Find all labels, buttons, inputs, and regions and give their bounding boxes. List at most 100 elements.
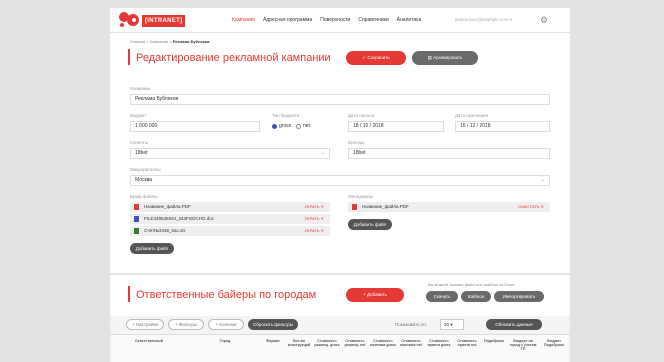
pdf-file-icon [134,204,139,210]
brief-files-label: Бриф файлы [130,194,158,199]
add-brief-file-button[interactable]: Добавить файл [130,243,174,254]
manager-file-item: Название_файла.PDF ОЧИСТИТЬ ✕ [348,202,550,212]
regions-label: Макрорегионы [130,167,161,172]
logo-brand-text: [INTRANET] [142,15,186,27]
radio-net-icon [296,123,301,129]
main-nav: Кампании Адресная программа Поверхности … [232,17,421,23]
budget-label: Бюджет [130,113,147,118]
archive-button-label: Архивировать [433,55,463,60]
clear-file-label: ОЧИСТИТЬ [517,204,540,209]
logo-mark-icon [119,12,139,27]
column-header[interactable]: Формат [262,339,284,343]
radio-gross-label: gross [279,123,292,129]
per-page-label: Показывать по: [395,322,428,327]
filters-button[interactable]: + Фильтры [168,319,204,330]
user-email: ivanov.ivan@example.com [455,17,509,22]
top-navigation: [INTRANET] Кампании Адресная программа П… [110,8,570,32]
breadcrumb-campaigns[interactable]: Кампании [150,39,168,44]
campaign-edit-card: Главная > Кампании > Реклама Бублеков Ре… [110,33,570,273]
app-frame: [INTRANET] Кампании Адресная программа П… [0,0,664,362]
remove-file-label: УБРАТЬ [304,204,320,209]
column-header[interactable]: Стоимость размещ. net [342,339,368,347]
regions-select[interactable]: Москва ⌄ [130,175,550,186]
import-button[interactable]: Импортировать [494,291,544,302]
per-page-select[interactable]: 20 ▾ [440,319,464,330]
template-button[interactable]: Шаблон [461,291,491,302]
brief-file-name: FILE348535934_343FGDCHG.doc [144,216,215,221]
archive-button[interactable]: ▤ Архивировать [412,51,478,65]
user-menu[interactable]: ivanov.ivan@example.com ▾ [455,17,512,23]
download-button[interactable]: Скачать [426,291,458,302]
clients-select[interactable]: 18bet ⌄ [130,148,330,159]
brands-select[interactable]: 18bet [348,148,550,159]
regions-select-value: Москва [135,177,153,183]
clients-select-value: 18bet [135,150,148,156]
remove-file-button[interactable]: УБРАТЬ ✕ [305,214,324,224]
column-header[interactable]: Подобрано [482,339,506,343]
table-header: Ответственный Город Формат Кол-во констр… [110,334,570,362]
column-header[interactable]: Стоимость принта grass [426,339,452,347]
column-header[interactable]: Бюджет на город с учетом ТП [508,339,538,351]
chevron-down-icon: ⌄ [540,177,545,183]
reset-filters-button[interactable]: Сбросить фильтры [248,319,298,330]
nav-item-address-program[interactable]: Адресная программа [263,17,312,23]
brief-file-item: FILE348535934_343FGDCHG.doc УБРАТЬ ✕ [130,214,330,224]
budget-type-label: Тип бюджета [272,113,300,118]
breadcrumb-home[interactable]: Главная [130,39,145,44]
nav-item-campaigns[interactable]: Кампании [232,17,255,23]
budget-input[interactable]: 1 000 000 [130,121,260,132]
column-header[interactable]: Бюджет Подобрано [540,339,568,347]
start-date-label: Дата начала [348,113,375,118]
settings-gear-icon[interactable]: ⚙ [540,15,550,25]
xls-file-icon [134,228,139,234]
name-label: Название [130,86,151,91]
remove-file-label: УБРАТЬ [304,228,320,233]
per-page-value: 20 [444,322,450,327]
buyers-table: + Настройки + Фильтры + Колонки Сбросить… [110,316,570,362]
add-buyer-label: Добавить [367,292,387,297]
columns-button[interactable]: + Колонки [208,319,244,330]
column-header[interactable]: Стоимость размещ. grass [314,339,340,347]
start-date-input[interactable]: 18 / 10 / 2018 [348,121,444,132]
clear-file-button[interactable]: ОЧИСТИТЬ ✕ [518,202,544,212]
excel-hint: Вы можете скачать файл или шаблон из Exc… [428,282,516,287]
nav-item-surfaces[interactable]: Поверхности [320,17,350,23]
budget-type-gross[interactable]: gross [272,123,291,129]
end-date-label: Дата окончания [455,113,489,118]
radio-gross-icon [272,123,277,129]
save-button-label: Сохранить [367,55,390,60]
doc-file-icon [134,216,139,222]
managers-label: Менеджеры [348,194,374,199]
breadcrumb: Главная > Кампании > Реклама Бублеков [130,39,210,44]
logo[interactable]: [INTRANET] [118,9,186,31]
buyers-card: Ответственные байеры по городам + Добави… [110,275,570,316]
column-header[interactable]: Стоимость монтажа grass [370,339,396,347]
nav-item-references[interactable]: Справочники [358,17,388,23]
brief-file-name: Cчёт№3436_6ас.xls [144,228,186,233]
brief-file-name: Название_файла.PDF [144,204,191,209]
nav-item-analytics[interactable]: Аналитика [397,17,422,23]
remove-file-button[interactable]: УБРАТЬ ✕ [305,202,324,212]
settings-button[interactable]: + Настройки [126,319,164,330]
name-input[interactable]: Реклама Бублеков [130,94,550,105]
remove-file-label: УБРАТЬ [304,216,320,221]
radio-net-label: net [303,123,310,129]
save-button[interactable]: ✓ Сохранить [346,51,406,65]
add-buyer-button[interactable]: + Добавить [346,288,404,302]
brands-select-value: 18bet [353,150,366,156]
refresh-data-button[interactable]: Обновить данные [486,319,542,330]
remove-file-button[interactable]: УБРАТЬ ✕ [305,226,324,236]
budget-type-net[interactable]: net [296,123,310,129]
add-manager-file-button[interactable]: Добавить файл [348,219,392,230]
column-header[interactable]: Город [190,339,260,343]
brief-file-item: Название_файла.PDF УБРАТЬ ✕ [130,202,330,212]
end-date-input[interactable]: 16 / 12 / 2018 [455,121,550,132]
chevron-down-icon: ⌄ [320,150,325,156]
title-accent-bar [128,286,130,302]
column-header[interactable]: Стоимость принта net [454,339,480,347]
manager-file-name: Название_файла.PDF [362,204,409,209]
brands-label: Бренды [348,140,365,145]
column-header[interactable]: Ответственный [114,339,184,343]
column-header[interactable]: Стоимость монтажа net [398,339,424,347]
column-header[interactable]: Кол-во конструкций [286,339,312,347]
